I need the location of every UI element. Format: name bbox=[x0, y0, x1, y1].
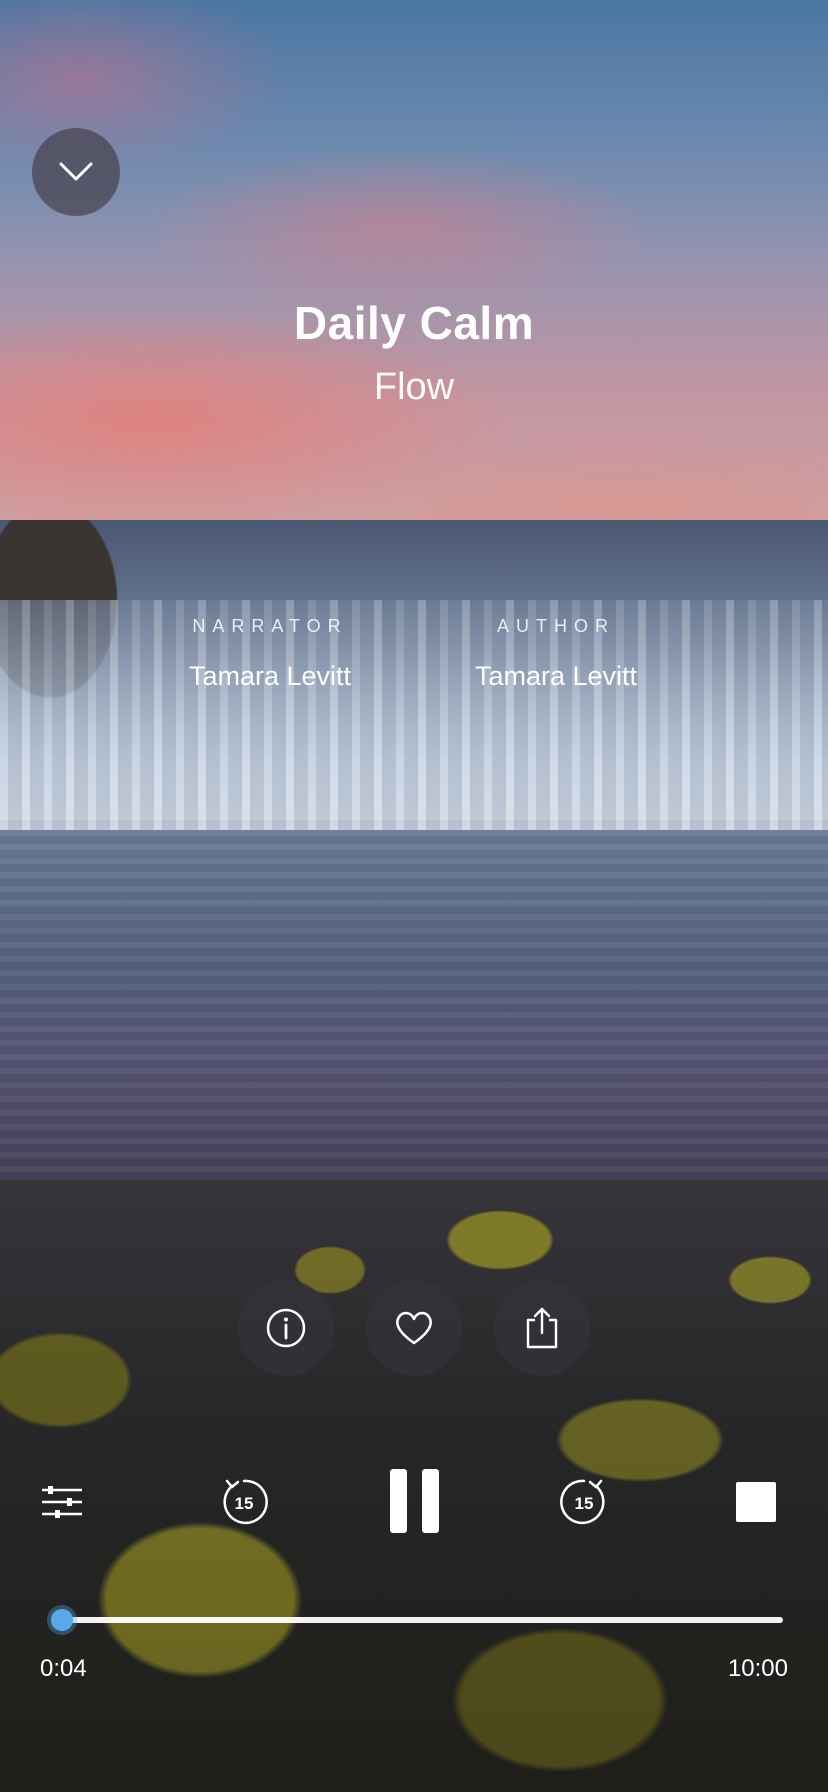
total-duration: 10:00 bbox=[727, 1655, 788, 1682]
favorite-button[interactable] bbox=[366, 1280, 462, 1376]
collapse-button[interactable] bbox=[32, 128, 120, 216]
sliders-icon bbox=[42, 1486, 82, 1518]
narrator-name: Tamara Levitt bbox=[188, 661, 352, 691]
info-button[interactable] bbox=[238, 1280, 334, 1376]
info-icon bbox=[266, 1308, 306, 1348]
author-credit: AUTHOR Tamara Levitt bbox=[426, 616, 686, 692]
forward-15-icon: 15 bbox=[560, 1479, 605, 1525]
pause-button[interactable] bbox=[384, 1466, 444, 1536]
elapsed-time: 0:04 bbox=[40, 1655, 87, 1682]
progress-track[interactable] bbox=[57, 1617, 783, 1623]
svg-text:15: 15 bbox=[235, 1494, 254, 1513]
stop-button[interactable] bbox=[734, 1480, 778, 1524]
heart-icon bbox=[396, 1311, 432, 1345]
author-label: AUTHOR bbox=[497, 616, 615, 636]
share-icon bbox=[526, 1307, 558, 1349]
narrator-credit: NARRATOR Tamara Levitt bbox=[140, 616, 400, 692]
session-title: Daily Calm bbox=[293, 297, 535, 349]
forward-15-button[interactable]: 15 bbox=[558, 1476, 610, 1528]
progress-scrubber[interactable] bbox=[51, 1609, 73, 1631]
share-button[interactable] bbox=[494, 1280, 590, 1376]
rewind-15-icon: 15 bbox=[223, 1479, 268, 1525]
svg-text:15: 15 bbox=[575, 1494, 594, 1513]
settings-button[interactable] bbox=[38, 1480, 86, 1524]
stop-icon bbox=[736, 1482, 776, 1522]
chevron-down-icon bbox=[59, 162, 93, 181]
session-subtitle: Flow bbox=[373, 366, 455, 408]
narrator-label: NARRATOR bbox=[192, 616, 348, 636]
pause-icon bbox=[390, 1469, 439, 1533]
author-name: Tamara Levitt bbox=[474, 661, 638, 691]
rewind-15-button[interactable]: 15 bbox=[218, 1476, 270, 1528]
